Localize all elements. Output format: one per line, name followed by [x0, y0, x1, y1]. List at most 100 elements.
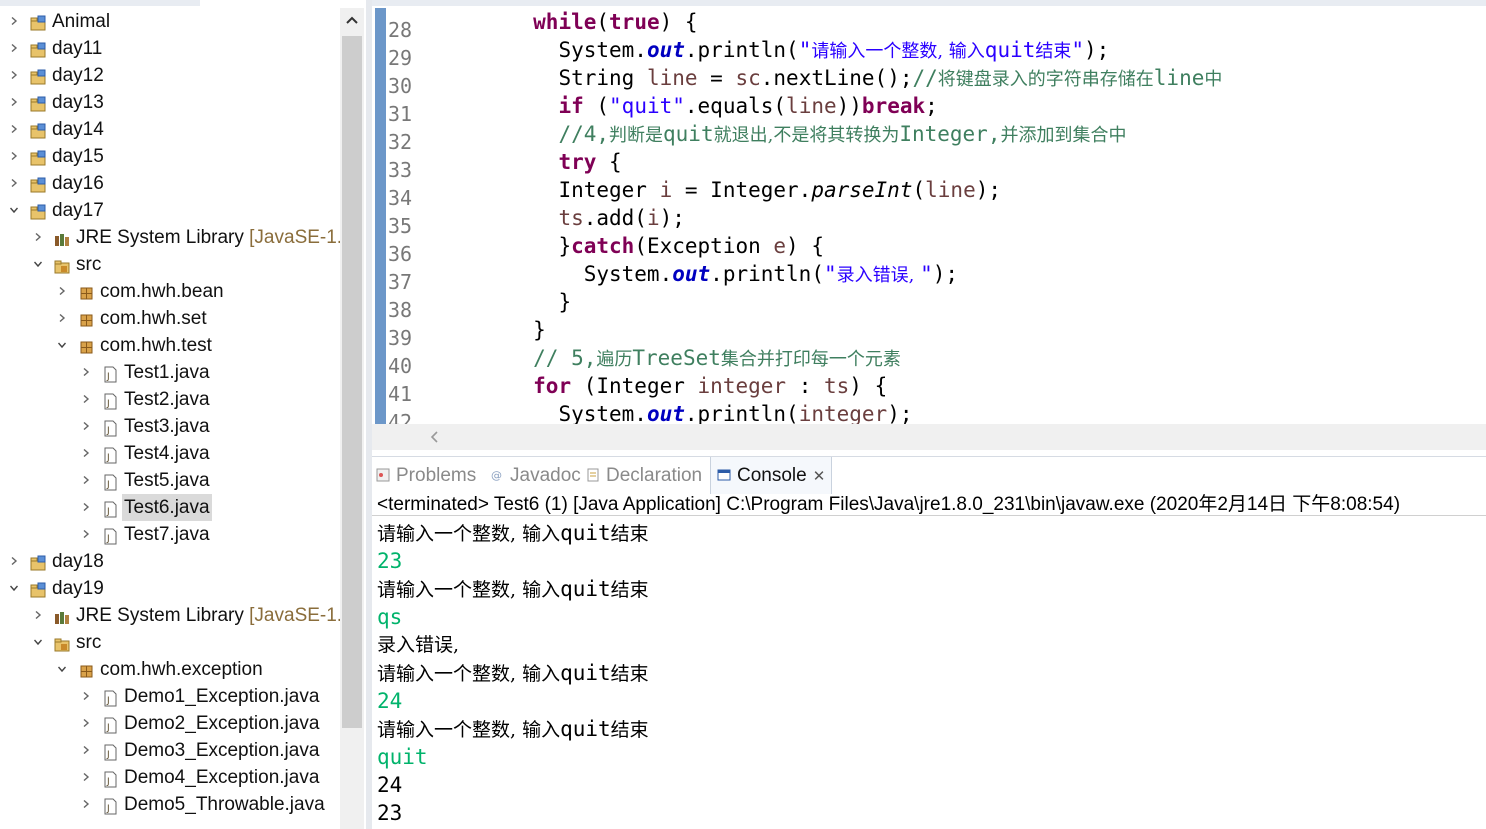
chevron-right-icon[interactable]	[10, 125, 18, 133]
chevron-right-icon[interactable]	[82, 773, 90, 781]
chevron-down-icon[interactable]	[58, 665, 66, 673]
code-line[interactable]: System.out.println("录入错误, ");	[432, 260, 958, 290]
line-number: 31	[388, 102, 413, 126]
code-line[interactable]: String line = sc.nextLine();//将键盘录入的字符串存…	[432, 64, 1222, 94]
tab-declaration[interactable]: Declaration	[586, 457, 702, 495]
tree-item[interactable]: Animal	[0, 8, 340, 35]
code-token: //4,	[558, 122, 610, 146]
tree-item[interactable]: J Demo4_Exception.java	[0, 764, 340, 791]
explorer-vertical-scrollbar[interactable]	[340, 8, 364, 829]
chevron-down-icon[interactable]	[34, 260, 42, 268]
tree-item[interactable]: com.hwh.exception	[0, 656, 340, 683]
code-token: TreeSet	[632, 346, 721, 370]
tree-item[interactable]: J Test6.java	[0, 494, 340, 521]
tree-item[interactable]: day11	[0, 35, 340, 62]
chevron-right-icon[interactable]	[58, 287, 66, 295]
chevron-right-icon[interactable]	[82, 422, 90, 430]
java-file-icon: J	[102, 526, 119, 545]
tree-item[interactable]: J Demo2_Exception.java	[0, 710, 340, 737]
chevron-right-icon[interactable]	[82, 692, 90, 700]
tree-item[interactable]: day19	[0, 575, 340, 602]
java-editor[interactable]: 28 29 30 31 32 33 34 35 36 37 38 39 40 41 42 while(tru…	[372, 0, 1486, 450]
chevron-right-icon[interactable]	[82, 368, 90, 376]
chevron-right-icon[interactable]	[82, 746, 90, 754]
tree-item[interactable]: J Demo1_Exception.java	[0, 683, 340, 710]
chevron-right-icon[interactable]	[10, 557, 18, 565]
chevron-down-icon[interactable]	[10, 584, 18, 592]
tree-item[interactable]: com.hwh.set	[0, 305, 340, 332]
code-line[interactable]: // 5,遍历TreeSet集合并打印每一个元素	[432, 344, 901, 374]
scroll-up-arrow-icon[interactable]	[344, 12, 360, 28]
code-line[interactable]: //4,判断是quit就退出,不是将其转换为Integer,并添加到集合中	[432, 120, 1126, 150]
chevron-right-icon[interactable]	[34, 611, 42, 619]
chevron-right-icon[interactable]	[82, 503, 90, 511]
code-line[interactable]: while(true) {	[432, 8, 697, 36]
code-line[interactable]: if ("quit".equals(line))break;	[432, 92, 937, 120]
tree-item-label: Demo4_Exception.java	[124, 767, 320, 788]
tree-item[interactable]: com.hwh.test	[0, 332, 340, 359]
code-line[interactable]: }catch(Exception e) {	[432, 232, 824, 260]
code-line[interactable]: try {	[432, 148, 621, 176]
tree-item[interactable]: day18	[0, 548, 340, 575]
tree-item[interactable]: JRE System Library [JavaSE-1.8	[0, 224, 353, 251]
tree-item[interactable]: J Test5.java	[0, 467, 340, 494]
tree-item[interactable]: JRE System Library [JavaSE-1.8	[0, 602, 353, 629]
tree-item[interactable]: day13	[0, 89, 340, 116]
code-line[interactable]: }	[432, 288, 571, 316]
tree-item[interactable]: day17	[0, 197, 340, 224]
tree-item[interactable]: J Test3.java	[0, 413, 340, 440]
tree-item[interactable]: J Demo5_Throwable.java	[0, 791, 340, 818]
chevron-right-icon[interactable]	[10, 44, 18, 52]
tree-item[interactable]: com.hwh.bean	[0, 278, 340, 305]
tree-item[interactable]: J Test4.java	[0, 440, 340, 467]
console-separator	[372, 515, 1486, 516]
tree-item[interactable]: src	[0, 251, 340, 278]
chevron-right-icon[interactable]	[10, 152, 18, 160]
scrollbar-thumb[interactable]	[342, 36, 362, 728]
tree-item[interactable]: J Test1.java	[0, 359, 340, 386]
tab-problems[interactable]: Problems	[376, 457, 476, 495]
code-line[interactable]: Integer i = Integer.parseInt(line);	[432, 176, 1001, 204]
tab-console[interactable]: Console ✕	[710, 457, 833, 495]
code-token: out	[646, 38, 685, 62]
tree-item[interactable]: src	[0, 629, 340, 656]
tree-item[interactable]: J Test7.java	[0, 521, 340, 548]
code-line[interactable]: for (Integer integer : ts) {	[432, 372, 887, 400]
code-token: 中	[1204, 69, 1223, 90]
tree-item[interactable]: day12	[0, 62, 340, 89]
chevron-right-icon[interactable]	[10, 98, 18, 106]
tree-item-decoration: [JavaSE-1.8	[243, 605, 353, 626]
tree-item[interactable]: day15	[0, 143, 340, 170]
tab-javadoc[interactable]: @ Javadoc	[490, 457, 581, 495]
chevron-down-icon[interactable]	[34, 638, 42, 646]
chevron-right-icon[interactable]	[82, 449, 90, 457]
scroll-left-arrow-icon[interactable]	[428, 430, 442, 444]
code-line[interactable]: ts.add(i);	[432, 204, 684, 232]
line-number: 35	[388, 214, 413, 238]
chevron-right-icon[interactable]	[82, 476, 90, 484]
tree-item[interactable]: J Test2.java	[0, 386, 340, 413]
chevron-right-icon[interactable]	[82, 719, 90, 727]
tree-item[interactable]: day14	[0, 116, 340, 143]
tree-item[interactable]: J Demo3_Exception.java	[0, 737, 340, 764]
chevron-right-icon[interactable]	[34, 233, 42, 241]
chevron-right-icon[interactable]	[58, 314, 66, 322]
chevron-down-icon[interactable]	[10, 206, 18, 214]
chevron-right-icon[interactable]	[82, 530, 90, 538]
code-token: 将键盘录入的字符串存储在	[937, 69, 1154, 90]
console-view[interactable]: <terminated> Test6 (1) [Java Application…	[372, 494, 1486, 829]
chevron-down-icon[interactable]	[58, 341, 66, 349]
tree-item[interactable]: day16	[0, 170, 340, 197]
editor-horizontal-scrollbar[interactable]	[372, 424, 1486, 450]
chevron-right-icon[interactable]	[82, 395, 90, 403]
code-line[interactable]: System.out.println("请输入一个整数, 输入quit结束");	[432, 36, 1109, 66]
line-number: 33	[388, 158, 413, 182]
chevron-right-icon[interactable]	[10, 71, 18, 79]
code-line[interactable]: }	[432, 316, 546, 344]
tree-item-label: day17	[52, 200, 104, 221]
chevron-right-icon[interactable]	[10, 17, 18, 25]
chevron-right-icon[interactable]	[82, 800, 90, 808]
chevron-right-icon[interactable]	[10, 179, 18, 187]
svg-text:J: J	[106, 507, 110, 517]
close-icon[interactable]: ✕	[813, 468, 826, 485]
